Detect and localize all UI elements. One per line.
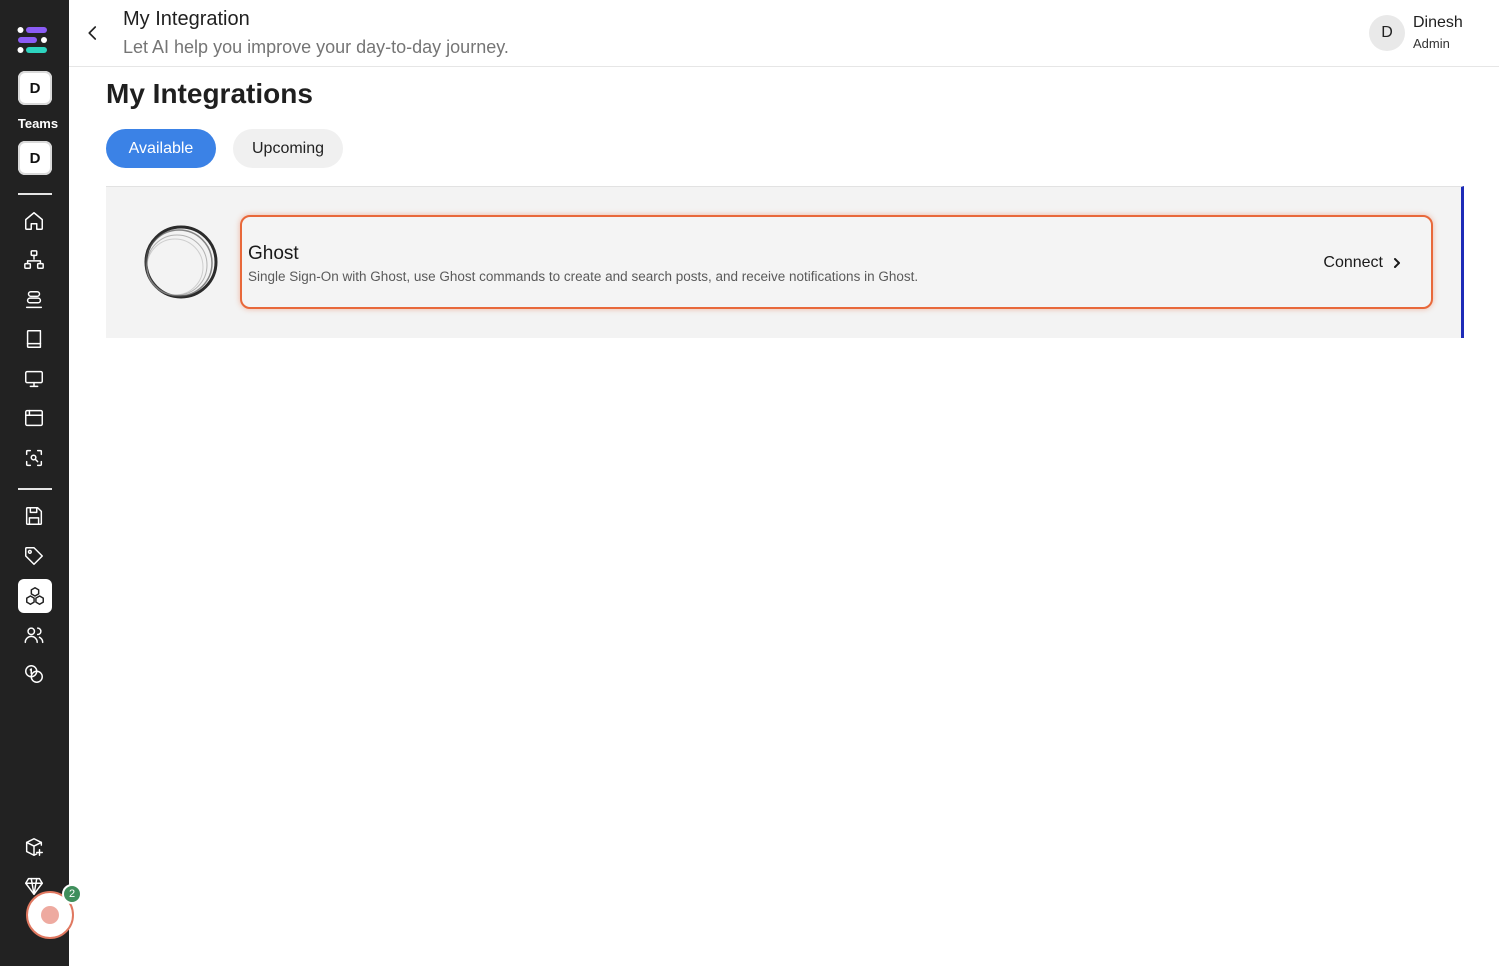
coins-icon — [25, 665, 43, 683]
hierarchy-icon — [24, 250, 44, 269]
top-header: My Integration Let AI help you improve y… — [69, 0, 1499, 67]
chevron-right-icon — [1394, 258, 1400, 268]
sidebar-divider — [18, 488, 52, 490]
tag-icon — [25, 547, 43, 565]
workspace-avatar[interactable]: D — [18, 71, 52, 105]
sidebar-item-home[interactable] — [18, 205, 50, 237]
sidebar-item-integrations[interactable] — [18, 579, 52, 613]
monitor-icon — [25, 370, 43, 388]
sidebar-item-database[interactable] — [18, 284, 50, 316]
sidebar-divider — [18, 193, 52, 195]
user-role: Admin — [1413, 36, 1450, 51]
database-icon — [25, 291, 43, 309]
section-title: My Integrations — [106, 78, 313, 109]
sidebar-item-scan[interactable] — [18, 442, 50, 474]
connect-label: Connect — [1323, 254, 1383, 271]
integrations-panel: Ghost Single Sign-On with Ghost, use Gho… — [106, 186, 1464, 338]
book-icon — [26, 330, 42, 348]
sidebar-item-hierarchy[interactable] — [18, 244, 50, 276]
home-icon — [25, 212, 43, 230]
notification-count-badge: 2 — [62, 884, 82, 904]
sidebar-item-monitor[interactable] — [18, 363, 50, 395]
tab-upcoming[interactable]: Upcoming — [233, 129, 343, 168]
integration-card-ghost[interactable]: Ghost Single Sign-On with Ghost, use Gho… — [240, 215, 1433, 309]
ghost-logo-icon — [144, 225, 218, 299]
users-icon — [24, 627, 44, 644]
sidebar-item-tags[interactable] — [18, 540, 50, 572]
sidebar-item-save[interactable] — [18, 500, 50, 532]
browser-icon — [25, 409, 43, 427]
page-title: My Integration — [123, 8, 250, 30]
back-button[interactable] — [83, 20, 103, 46]
tab-available[interactable]: Available — [106, 129, 216, 168]
scan-search-icon — [25, 449, 43, 467]
sidebar-item-users[interactable] — [18, 619, 50, 651]
user-name[interactable]: Dinesh — [1413, 14, 1463, 32]
save-icon — [25, 507, 43, 525]
sidebar: D Teams D 2 — [0, 0, 82, 966]
notification-dot-icon — [41, 906, 59, 924]
app-logo-icon[interactable] — [17, 26, 49, 54]
user-avatar[interactable]: D — [1369, 15, 1405, 51]
package-plus-icon — [25, 838, 43, 856]
chevron-left-icon — [88, 26, 97, 40]
page-subtitle: Let AI help you improve your day-to-day … — [123, 37, 509, 57]
integration-name: Ghost — [248, 243, 299, 264]
teams-label: Teams — [17, 116, 59, 131]
sidebar-item-package[interactable] — [18, 831, 50, 863]
integration-description: Single Sign-On with Ghost, use Ghost com… — [248, 269, 919, 284]
sidebar-item-browser[interactable] — [18, 402, 50, 434]
team-avatar[interactable]: D — [18, 141, 52, 175]
connect-button[interactable]: Connect — [1323, 251, 1403, 275]
integrations-icon — [26, 587, 44, 605]
sidebar-item-coins[interactable] — [18, 658, 50, 690]
sidebar-item-book[interactable] — [18, 323, 50, 355]
